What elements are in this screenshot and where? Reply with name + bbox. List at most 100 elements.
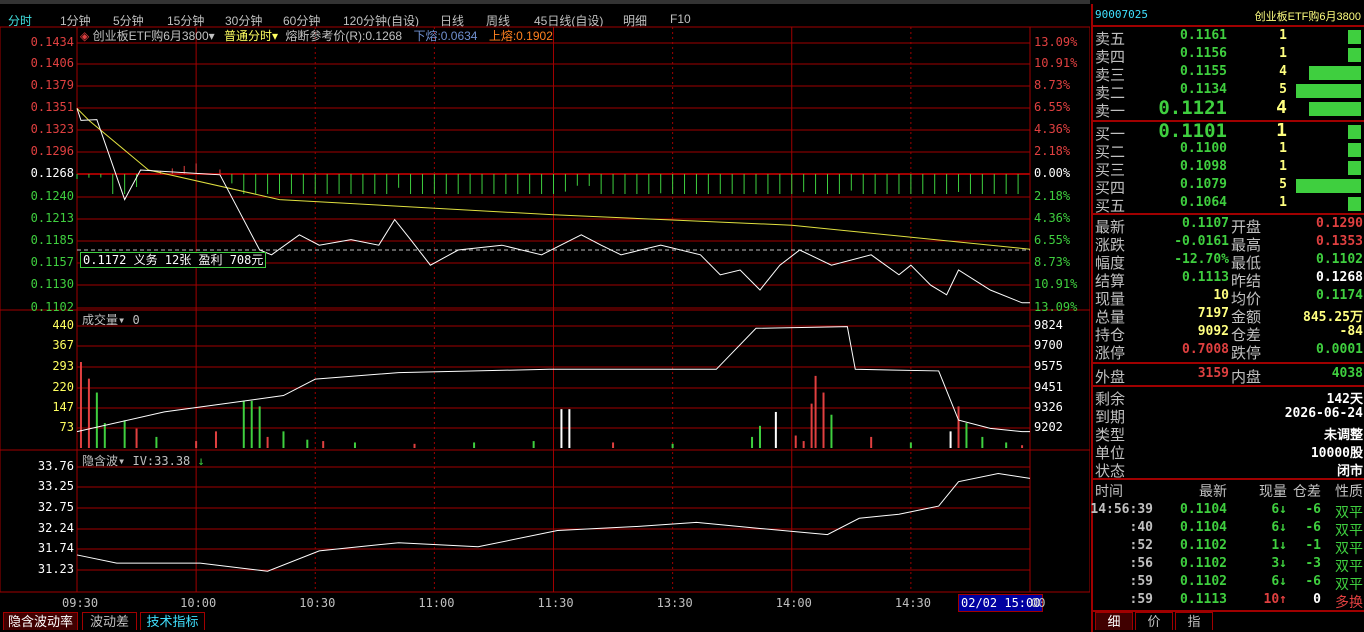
price-tick: 0.1296 xyxy=(30,144,74,158)
order-book-row[interactable]: 买五 0.1064 1 xyxy=(1095,195,1363,215)
detail-tab[interactable]: 细 xyxy=(1095,612,1133,630)
percent-tick: 2.18% xyxy=(1034,144,1071,158)
percent-tick: 13.09% xyxy=(1034,35,1078,49)
stat-value: 0.1174 xyxy=(1316,288,1363,303)
caret-down-icon[interactable]: ▾ xyxy=(118,313,125,327)
ticks-header: 时间 最新 现量 仓差 性质 xyxy=(1095,481,1363,499)
tick-row[interactable]: :56 0.1102 3↓ -3 双平 xyxy=(1095,556,1363,574)
order-book-row[interactable]: 卖五 0.1161 1 xyxy=(1095,28,1363,48)
price-tick: 0.1323 xyxy=(30,122,74,136)
caret-down-icon[interactable]: ▾ xyxy=(272,29,278,43)
stat-row: 现量 10 均价 0.1174 xyxy=(1095,288,1363,308)
info-row: 类型 未调整 xyxy=(1095,424,1363,444)
tick-row[interactable]: :59 0.1113 10↑ 0 多换 xyxy=(1095,592,1363,610)
volume-tick: 367 xyxy=(52,338,74,352)
column-header: 现量 xyxy=(1259,483,1287,499)
down-arrow-icon: ↓ xyxy=(1279,556,1287,571)
stat-row: 总量 7197 金额 845.25万 xyxy=(1095,306,1363,326)
volume-panel-title[interactable]: 成交量▾ 0 xyxy=(82,311,140,328)
stat-value: 0.1268 xyxy=(1316,270,1363,285)
level-price: 0.1079 xyxy=(1180,177,1227,192)
tick-price: 0.1104 xyxy=(1180,520,1227,535)
tick-time: :56 xyxy=(1129,556,1153,571)
tick-qty: 6 xyxy=(1271,502,1280,517)
volume-tick: 73 xyxy=(59,420,74,434)
volume-tick: 440 xyxy=(52,318,74,332)
level-price: 0.1134 xyxy=(1180,82,1227,97)
order-book-row[interactable]: 买一 0.1101 1 xyxy=(1095,120,1363,143)
level-qty: 5 xyxy=(1279,177,1287,192)
time-tick: 13:30 xyxy=(656,596,693,610)
order-book-row[interactable]: 卖一 0.1121 4 xyxy=(1095,97,1363,120)
column-header: 性质 xyxy=(1335,483,1363,499)
iv-panel-title[interactable]: 隐含波▾ IV:33.38 ↓ xyxy=(82,452,205,469)
bottom-tab[interactable]: 隐含波动率 xyxy=(3,612,78,630)
percent-tick: 4.36% xyxy=(1034,211,1071,225)
column-header: 最新 xyxy=(1199,483,1227,499)
tick-price: 0.1102 xyxy=(1180,538,1227,553)
open-interest-tick: 9326 xyxy=(1034,400,1063,414)
instrument-name: 创业板ETF购6月3800 xyxy=(1254,11,1361,23)
order-book-row[interactable]: 买三 0.1098 1 xyxy=(1095,159,1363,179)
level-bar xyxy=(1309,66,1361,80)
caret-down-icon[interactable]: ▾ xyxy=(118,454,125,468)
price-tick: 0.1157 xyxy=(30,255,74,269)
percent-tick: 8.73% xyxy=(1034,255,1071,269)
level-bar xyxy=(1348,30,1361,44)
tick-nature: 双平 xyxy=(1335,558,1363,574)
mode-selector[interactable]: 普通分时 xyxy=(224,29,272,43)
diamond-icon: ◈ xyxy=(80,29,90,43)
divider xyxy=(1093,362,1364,364)
level-label: 卖一 xyxy=(1095,103,1126,120)
stat-value: 0.1290 xyxy=(1316,216,1363,231)
order-book-row[interactable]: 卖四 0.1156 1 xyxy=(1095,46,1363,66)
caret-down-icon[interactable]: ▾ xyxy=(209,29,215,43)
down-arrow-icon: ↓ xyxy=(1279,574,1287,589)
tick-row[interactable]: :40 0.1104 6↓ -6 双平 xyxy=(1095,520,1363,538)
detail-tab[interactable]: 指 xyxy=(1175,612,1213,630)
down-arrow-icon: ↓ xyxy=(1279,502,1287,517)
upper-limit: 上熔:0.1902 xyxy=(488,29,553,43)
level-price: 0.1161 xyxy=(1180,28,1227,43)
time-tick: 09:30 xyxy=(62,596,99,610)
order-book-row[interactable]: 买二 0.1100 1 xyxy=(1095,141,1363,161)
info-value: 142天 xyxy=(1326,392,1363,407)
detail-tab[interactable]: 价 xyxy=(1135,612,1173,630)
info-value: 未调整 xyxy=(1323,428,1363,443)
order-book-row[interactable]: 买四 0.1079 5 xyxy=(1095,177,1363,197)
stat-value: -12.70% xyxy=(1174,252,1229,267)
tick-price: 0.1102 xyxy=(1180,574,1227,589)
percent-tick: 6.55% xyxy=(1034,233,1071,247)
tick-price: 0.1104 xyxy=(1180,502,1227,517)
level-bar xyxy=(1348,125,1361,139)
down-arrow-icon: ↓ xyxy=(197,454,205,468)
time-tick: 14:00 xyxy=(775,596,812,610)
ref-price: 熔断参考价(R):0.1268 xyxy=(285,29,403,43)
divider xyxy=(1093,610,1364,612)
level-bar xyxy=(1348,161,1361,175)
instrument-selector[interactable]: 创业板ETF购6月3800 xyxy=(93,29,209,43)
price-tick: 0.1130 xyxy=(30,277,74,291)
order-book-row[interactable]: 卖二 0.1134 5 xyxy=(1095,82,1363,102)
time-tick: 14:30 xyxy=(894,596,931,610)
intraday-chart[interactable] xyxy=(0,0,1090,632)
tick-row[interactable]: 14:56:39 0.1104 6↓ -6 双平 xyxy=(1090,502,1363,520)
divider xyxy=(1093,385,1364,387)
tick-row[interactable]: :52 0.1102 1↓ -1 双平 xyxy=(1095,538,1363,556)
tick-nature: 多换 xyxy=(1335,594,1363,610)
level-qty: 1 xyxy=(1279,28,1287,43)
tick-oi-change: -6 xyxy=(1305,502,1321,517)
info-value: 2026-06-24 xyxy=(1284,406,1363,421)
level-qty: 1 xyxy=(1276,120,1287,141)
info-row: 状态 闭市 xyxy=(1095,460,1363,480)
tick-oi-change: -6 xyxy=(1305,574,1321,589)
tick-row[interactable]: :59 0.1102 6↓ -6 双平 xyxy=(1095,574,1363,592)
volume-tick: 147 xyxy=(52,400,74,414)
bottom-tab[interactable]: 波动差 xyxy=(82,612,137,630)
tick-qty: 1 xyxy=(1271,538,1280,553)
instrument-code: 90007025 xyxy=(1095,8,1148,21)
bottom-tab[interactable]: 技术指标 xyxy=(140,612,205,630)
down-arrow-icon: ↓ xyxy=(1279,520,1287,535)
order-book-row[interactable]: 卖三 0.1155 4 xyxy=(1095,64,1363,84)
tick-price: 0.1102 xyxy=(1180,556,1227,571)
